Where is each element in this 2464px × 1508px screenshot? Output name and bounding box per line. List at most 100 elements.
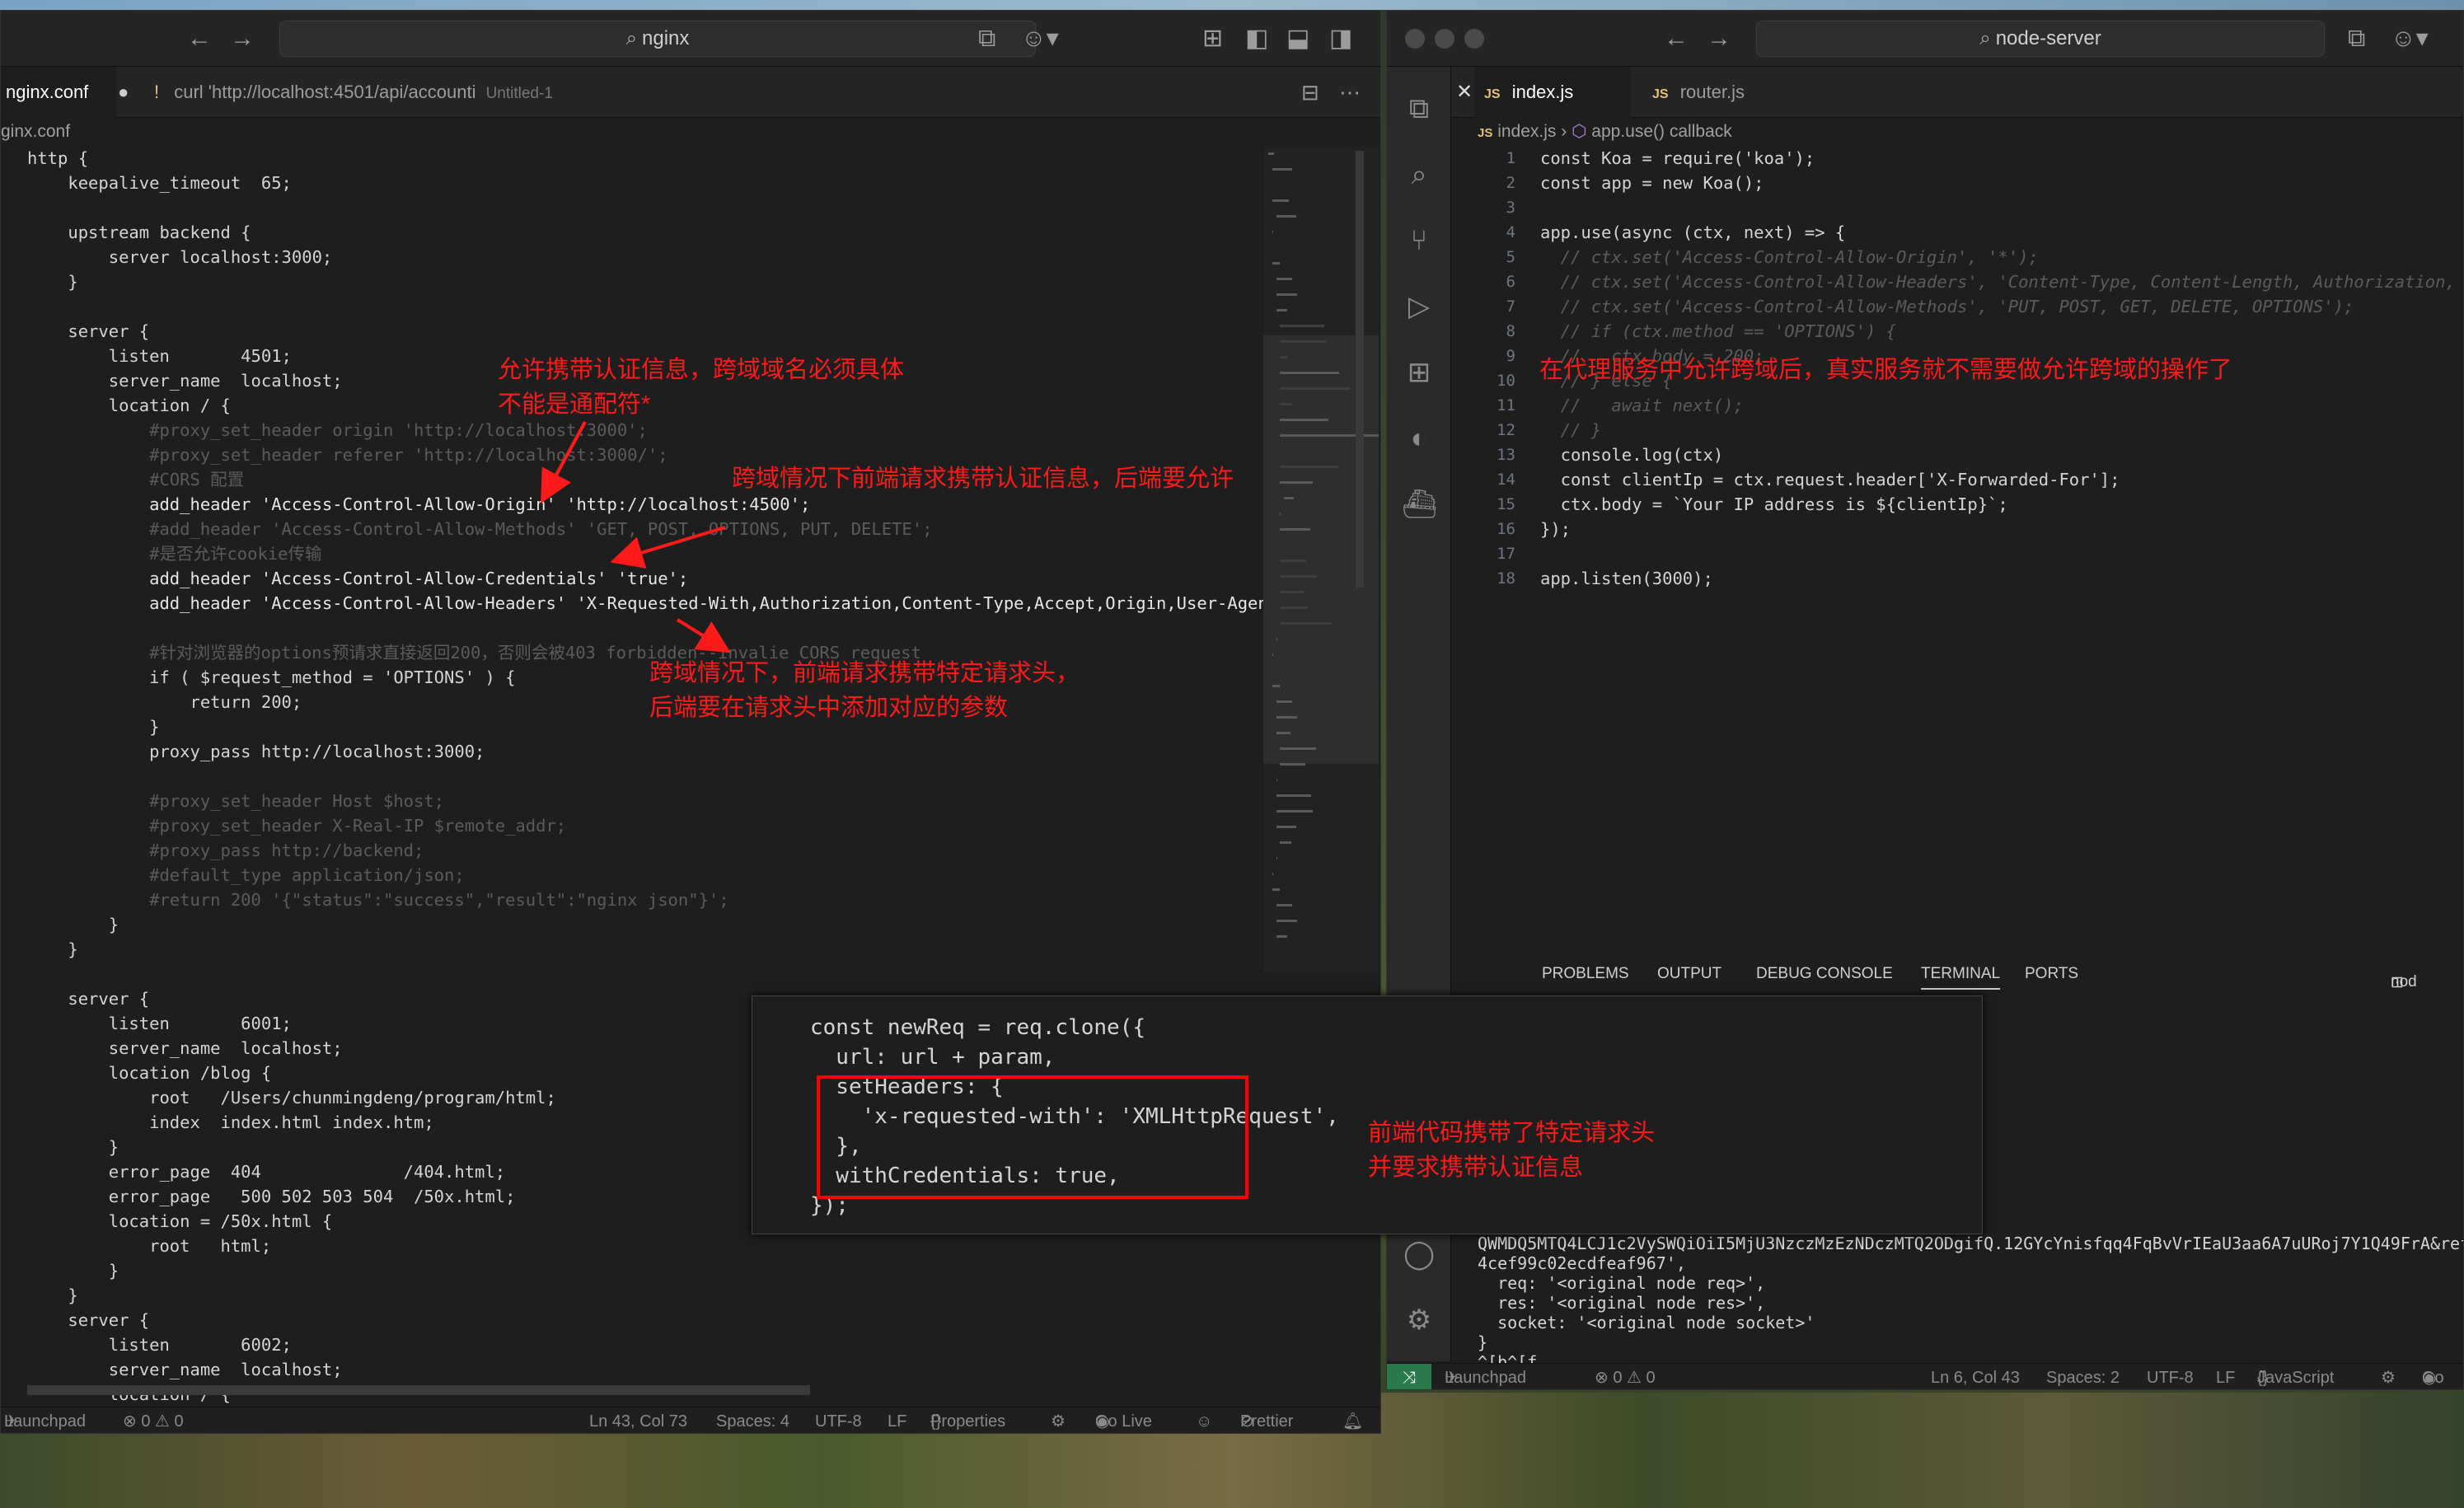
code-line: });	[1540, 519, 1572, 539]
more-actions-icon[interactable]: ⋯	[1339, 67, 1361, 118]
toggle-secondary-sidebar-icon[interactable]: ◨	[1329, 24, 1352, 54]
extension-icon[interactable]: ⚙	[1051, 1407, 1066, 1433]
warning-icon: !	[154, 82, 160, 102]
bell-icon[interactable]: 🔔︎	[1342, 1407, 1363, 1433]
maximize-window-dot[interactable]	[1464, 29, 1484, 49]
cursor-position[interactable]: Ln 6, Col 43	[1931, 1364, 2020, 1389]
line-number: 6	[1506, 273, 1515, 291]
tab-output[interactable]: OUTPUT	[1657, 965, 1722, 983]
highlight-box	[817, 1075, 1248, 1199]
copilot-icon[interactable]: ☺▾	[2391, 24, 2429, 54]
annotation-line: 后端要在请求头中添加对应的参数	[649, 695, 1009, 721]
breadcrumb-file[interactable]: ginx.conf	[1, 122, 70, 141]
gear-icon[interactable]: ⚙	[1402, 1303, 1436, 1337]
minimap-line	[1280, 528, 1310, 531]
breadcrumb-file[interactable]: index.js	[1497, 122, 1556, 141]
go-live-label: Go Live	[1095, 1412, 1152, 1431]
cursor-position[interactable]: Ln 43, Col 73	[589, 1407, 687, 1433]
toggle-panel-icon[interactable]: ⬓	[1286, 24, 1309, 54]
tab-label: router.js	[1679, 82, 1745, 102]
encoding-status[interactable]: UTF-8	[815, 1407, 862, 1433]
search-label: node-server	[1995, 27, 2101, 49]
tab-terminal[interactable]: TERMINAL	[1921, 965, 2001, 990]
problems-status[interactable]: ⊗ 0 ⚠ 0	[1595, 1364, 1656, 1389]
extensions-icon[interactable]: ⊞	[1402, 355, 1436, 390]
remote-indicator-icon[interactable]: ⤨	[1387, 1364, 1431, 1389]
line-number: 8	[1506, 322, 1515, 340]
minimap-line	[1272, 262, 1280, 265]
horizontal-scrollbar[interactable]	[27, 1385, 810, 1395]
toggle-sidebar-icon[interactable]: ◧	[1245, 24, 1268, 54]
terminal-line: req: '<original node req>',	[1478, 1273, 1766, 1293]
terminal-line: res: '<original node res>',	[1478, 1293, 1766, 1313]
copilot-icon[interactable]: ☺▾	[1021, 24, 1059, 54]
command-center-search[interactable]: ⌕ nginx	[279, 21, 1036, 57]
annotation-credentials-origin: 允许携带认证信息，跨域域名必须具体 不能是通配符*	[498, 353, 904, 422]
code-line: }	[27, 272, 78, 292]
files-icon[interactable]: ⧉	[1402, 91, 1436, 126]
tab-debug-console[interactable]: DEBUG CONSOLE	[1756, 965, 1893, 983]
wallpaper-sky	[0, 0, 2464, 10]
tab-ports[interactable]: PORTS	[2025, 965, 2078, 983]
tab-untitled-curl[interactable]: ! curl 'http://localhost:4501/api/accoun…	[154, 67, 553, 118]
minimize-window-dot[interactable]	[1435, 29, 1455, 49]
minimap-line	[1280, 403, 1292, 405]
tab-nginx-conf[interactable]: nginx.conf	[1, 67, 116, 118]
code-line: #proxy_set_header X-Real-IP $remote_addr…	[27, 816, 567, 836]
run-debug-icon[interactable]: ▷	[1402, 289, 1436, 324]
tab-problems[interactable]: PROBLEMS	[1542, 965, 1629, 983]
editor-tabs: nginx.conf ● ! curl 'http://localhost:45…	[1, 67, 1380, 118]
close-tab-icon[interactable]: ✕	[1456, 67, 1473, 118]
code-line: }	[27, 1261, 119, 1281]
arrow-right-icon[interactable]: →	[230, 24, 255, 54]
line-number: 16	[1497, 520, 1515, 538]
arrow-left-icon[interactable]: ←	[187, 24, 212, 54]
annotation-line: 不能是通配符*	[498, 391, 651, 418]
minimap-line	[1280, 356, 1288, 358]
annotation-line: 并要求携带认证信息	[1368, 1154, 1584, 1181]
extension-icon[interactable]: ⚙	[2381, 1364, 2396, 1389]
js-file-icon: JS	[1652, 87, 1669, 101]
vertical-scrollbar[interactable]	[1356, 151, 1364, 588]
eol-status[interactable]: LF	[888, 1407, 906, 1433]
arrow-left-icon[interactable]: ←	[1664, 24, 1689, 54]
arrow-right-icon[interactable]: →	[1707, 24, 1731, 54]
copilot-status-icon[interactable]: ☺	[1196, 1407, 1212, 1433]
line-number: 1	[1506, 149, 1515, 167]
indentation-status[interactable]: Spaces: 2	[2046, 1364, 2120, 1389]
problems-status[interactable]: ⊗ 0 ⚠ 0	[123, 1407, 184, 1433]
launchpad-label: Launchpad	[4, 1412, 86, 1431]
minimap-line	[1268, 152, 1274, 155]
code-line: // }	[1540, 420, 1602, 440]
editor-tabs: ✕ JS index.js JS router.js	[1451, 67, 2463, 118]
tab-index-js[interactable]: JS index.js	[1474, 67, 1631, 118]
eol-status[interactable]: LF	[2216, 1364, 2235, 1389]
encoding-status[interactable]: UTF-8	[2147, 1364, 2194, 1389]
customize-layout-icon[interactable]: ⊞	[1202, 24, 1223, 54]
annotation-line: 跨域情况下，前端请求携带特定请求头，	[649, 660, 1080, 686]
launchpad-label: Launchpad	[1445, 1369, 1526, 1387]
breadcrumb-symbol[interactable]: app.use() callback	[1591, 122, 1731, 141]
language-label: JavaScript	[2257, 1369, 2335, 1387]
code-line: listen 6002;	[27, 1335, 292, 1355]
search-icon[interactable]: ⌕	[1402, 157, 1436, 192]
modified-dot-icon[interactable]: ●	[118, 67, 129, 118]
tab-router-js[interactable]: JS router.js	[1642, 67, 1745, 118]
github-icon[interactable]: ◐	[1402, 421, 1436, 456]
split-editor-icon[interactable]: ⊟	[1301, 67, 1319, 118]
docker-icon[interactable]: ⛴	[1402, 487, 1437, 522]
command-center-search[interactable]: ⌕ node-server	[1756, 21, 2325, 57]
indentation-status[interactable]: Spaces: 4	[716, 1407, 789, 1433]
minimap-line	[1276, 716, 1297, 719]
line-number: 13	[1497, 446, 1515, 464]
account-icon[interactable]: ◯	[1402, 1237, 1436, 1271]
line-number-gutter: 1 2 3 4 5 6 7 8 9 10 11 12 13 14 15 16 17 18	[1451, 146, 1515, 591]
open-external-icon[interactable]: ⧉	[2348, 24, 2365, 54]
minimap-line	[1276, 794, 1312, 797]
close-window-dot[interactable]	[1405, 29, 1425, 49]
source-control-icon[interactable]: ⑂	[1402, 223, 1436, 258]
open-external-icon[interactable]: ⧉	[978, 24, 995, 54]
